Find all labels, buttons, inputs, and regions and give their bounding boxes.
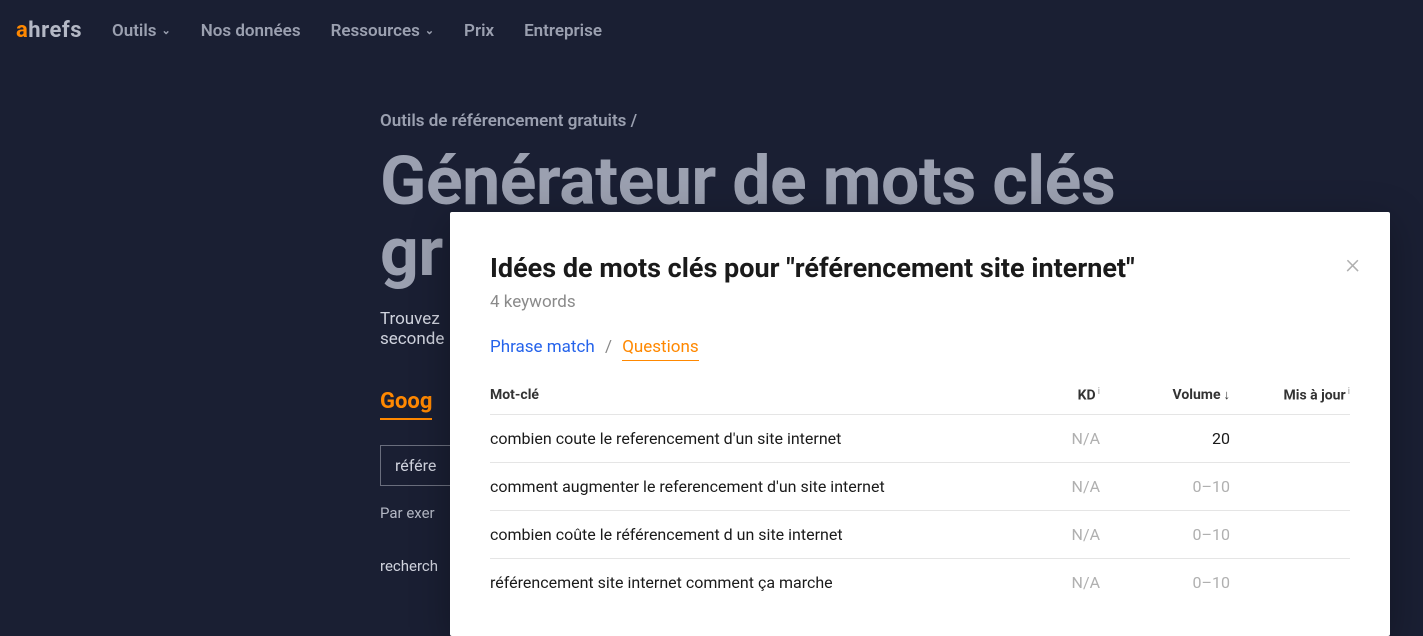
logo[interactable]: ahrefs: [16, 18, 82, 43]
keyword-ideas-modal: × Idées de mots clés pour "référencement…: [450, 212, 1390, 636]
engine-tab-google[interactable]: Goog: [380, 389, 432, 420]
col-header-updated[interactable]: Mis à jouri: [1230, 387, 1350, 404]
cell-kd: N/A: [1000, 429, 1100, 448]
tab-separator: /: [605, 337, 612, 357]
cell-volume: 0–10: [1100, 525, 1230, 544]
header: ahrefs Outils ⌄ Nos données Ressources ⌄…: [0, 0, 1423, 61]
nav-enterprise[interactable]: Entreprise: [524, 21, 602, 41]
cell-keyword: référencement site internet comment ça m…: [490, 573, 1000, 592]
modal-tabs: Phrase match / Questions: [490, 337, 1350, 357]
tab-phrase-match[interactable]: Phrase match: [490, 337, 595, 357]
cell-kd: N/A: [1000, 525, 1100, 544]
cell-volume: 0–10: [1100, 477, 1230, 496]
chevron-down-icon: ⌄: [425, 24, 434, 37]
chevron-down-icon: ⌄: [162, 24, 171, 37]
nav-data[interactable]: Nos données: [201, 21, 301, 41]
table-row[interactable]: référencement site internet comment ça m…: [490, 558, 1350, 606]
cell-keyword: combien coûte le référencement d un site…: [490, 525, 1000, 544]
cell-volume: 20: [1100, 429, 1230, 448]
nav-resources-label: Ressources: [331, 21, 420, 41]
modal-title: Idées de mots clés pour "référencement s…: [490, 252, 1350, 284]
cell-keyword: comment augmenter le referencement d'un …: [490, 477, 1000, 496]
tab-questions[interactable]: Questions: [622, 337, 698, 361]
nav-resources[interactable]: Ressources ⌄: [331, 21, 434, 41]
logo-letter-a: a: [16, 18, 28, 43]
cell-kd: N/A: [1000, 477, 1100, 496]
nav-tools-label: Outils: [112, 21, 157, 41]
logo-rest: hrefs: [28, 18, 82, 43]
breadcrumb[interactable]: Outils de référencement gratuits /: [380, 111, 1423, 131]
info-icon: i: [1348, 387, 1350, 397]
nav-pricing-label: Prix: [464, 21, 494, 41]
main-nav: Outils ⌄ Nos données Ressources ⌄ Prix E…: [112, 21, 602, 41]
cell-keyword: combien coute le referencement d'un site…: [490, 429, 1000, 448]
table-body: combien coute le referencement d'un site…: [490, 414, 1350, 606]
close-icon[interactable]: ×: [1345, 250, 1360, 278]
col-header-kd[interactable]: KDi: [1000, 387, 1100, 404]
table-row[interactable]: comment augmenter le referencement d'un …: [490, 462, 1350, 510]
col-header-volume[interactable]: Volume↓: [1100, 387, 1230, 404]
nav-pricing[interactable]: Prix: [464, 21, 494, 41]
nav-tools[interactable]: Outils ⌄: [112, 21, 171, 41]
nav-data-label: Nos données: [201, 21, 301, 41]
cell-volume: 0–10: [1100, 573, 1230, 592]
table-row[interactable]: combien coûte le référencement d un site…: [490, 510, 1350, 558]
modal-subtitle: 4 keywords: [490, 292, 1350, 312]
nav-enterprise-label: Entreprise: [524, 21, 602, 41]
col-header-keyword[interactable]: Mot-clé: [490, 387, 1000, 404]
table-row[interactable]: combien coute le referencement d'un site…: [490, 414, 1350, 462]
table-header: Mot-clé KDi Volume↓ Mis à jouri: [490, 377, 1350, 414]
cell-kd: N/A: [1000, 573, 1100, 592]
